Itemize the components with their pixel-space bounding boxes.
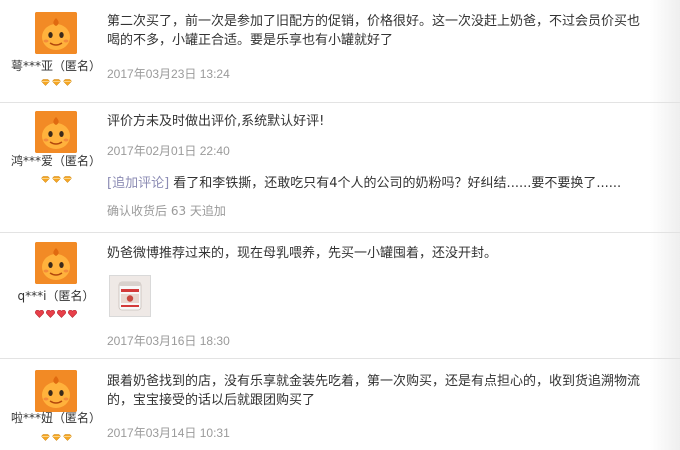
reviewer-name[interactable]: 啦***妞（匿名） bbox=[0, 409, 112, 426]
review-date: 2017年03月14日 10:31 bbox=[107, 426, 230, 440]
review-content: 跟着奶爸找到的店，没有乐享就金装先吃着，第一次购买，还是有点担心的，收到货追溯物… bbox=[107, 372, 680, 441]
review-content: 评价方未及时做出评价,系统默认好评! 2017年02月01日 22:40 [追加… bbox=[107, 112, 680, 219]
reviewer-level-badges bbox=[0, 174, 112, 184]
diamond-badge-icon bbox=[40, 79, 50, 86]
review-item: 啦***妞（匿名） 跟着奶爸找到的店，没有乐享就金装先吃着，第一次购买，还是有点… bbox=[0, 359, 680, 450]
reviewer-name[interactable]: 鸿***爱（匿名） bbox=[0, 152, 112, 169]
mascot-icon bbox=[35, 12, 77, 54]
review-text-line: 评价方未及时做出评价,系统默认好评! bbox=[107, 114, 325, 129]
heart-badge-icon bbox=[68, 310, 77, 318]
review-item: 鸿***爱（匿名） 评价方未及时做出评价,系统默认好评! 2017年02月01日… bbox=[0, 103, 680, 233]
heart-badge-icon bbox=[46, 310, 55, 318]
reviewer-level-badges bbox=[0, 308, 112, 318]
append-review: [追加评论] 看了和李铁撕，还敢吃只有4个人的公司的奶粉吗？好纠结......要… bbox=[107, 174, 680, 193]
diamond-badge-icon bbox=[62, 434, 72, 441]
review-text-line: 第二次买了，前一次是参加了旧配方的促销，价格很好。这一次没赶上奶爸，不过会员价买… bbox=[107, 14, 641, 29]
review-date: 2017年03月23日 13:24 bbox=[107, 67, 230, 81]
diamond-badge-icon bbox=[51, 434, 61, 441]
avatar[interactable] bbox=[35, 370, 77, 412]
mascot-icon bbox=[35, 242, 77, 284]
review-content: 第二次买了，前一次是参加了旧配方的促销，价格很好。这一次没赶上奶爸，不过会员价买… bbox=[107, 12, 680, 82]
avatar[interactable] bbox=[35, 242, 77, 284]
heart-badge-icon bbox=[57, 310, 66, 318]
reviewer-level-badges bbox=[0, 432, 112, 442]
diamond-badge-icon bbox=[62, 79, 72, 86]
review-item: 萼***亚（匿名） 第二次买了，前一次是参加了旧配方的促销，价格很好。这一次没赶… bbox=[0, 0, 680, 103]
review-date: 2017年02月01日 22:40 bbox=[107, 144, 230, 158]
avatar[interactable] bbox=[35, 111, 77, 153]
append-review-label: [追加评论] bbox=[107, 176, 170, 191]
diamond-badge-icon bbox=[51, 79, 61, 86]
review-content: 奶爸微博推荐过来的，现在母乳喂养，先买一小罐囤着，还没开封。 bbox=[107, 244, 680, 263]
reviewer-name[interactable]: 萼***亚（匿名） bbox=[0, 57, 112, 74]
append-review-text: 看了和李铁撕，还敢吃只有4个人的公司的奶粉吗？好纠结......要不要换了...… bbox=[169, 176, 622, 191]
mascot-icon bbox=[35, 111, 77, 153]
append-review-meta: 确认收货后 63 天追加 bbox=[107, 204, 226, 218]
review-text-line: 喝的不多，小罐正合适。要是乐享也有小罐就好了 bbox=[107, 33, 394, 48]
diamond-badge-icon bbox=[62, 176, 72, 183]
mascot-icon bbox=[35, 370, 77, 412]
review-photo-thumbnail[interactable] bbox=[109, 275, 151, 317]
product-photo-image bbox=[110, 276, 150, 316]
avatar[interactable] bbox=[35, 12, 77, 54]
heart-badge-icon bbox=[35, 310, 44, 318]
diamond-badge-icon bbox=[51, 176, 61, 183]
review-text-line: 跟着奶爸找到的店，没有乐享就金装先吃着，第一次购买，还是有点担心的，收到货追溯物… bbox=[107, 374, 641, 389]
diamond-badge-icon bbox=[40, 176, 50, 183]
review-item: q***i（匿名） 奶爸微博推荐过来的，现在母乳喂养，先买一小罐囤着，还没开封。… bbox=[0, 233, 680, 359]
diamond-badge-icon bbox=[40, 434, 50, 441]
review-text-line: 奶爸微博推荐过来的，现在母乳喂养，先买一小罐囤着，还没开封。 bbox=[107, 246, 498, 261]
review-date: 2017年03月16日 18:30 bbox=[107, 334, 230, 348]
review-list: 萼***亚（匿名） 第二次买了，前一次是参加了旧配方的促销，价格很好。这一次没赶… bbox=[0, 0, 680, 450]
review-content-date: 2017年03月16日 18:30 bbox=[107, 332, 680, 349]
reviewer-level-badges bbox=[0, 77, 112, 87]
review-text-line: 的，宝宝接受的话以后就跟团购买了 bbox=[107, 393, 316, 408]
reviewer-name[interactable]: q***i（匿名） bbox=[0, 287, 112, 304]
